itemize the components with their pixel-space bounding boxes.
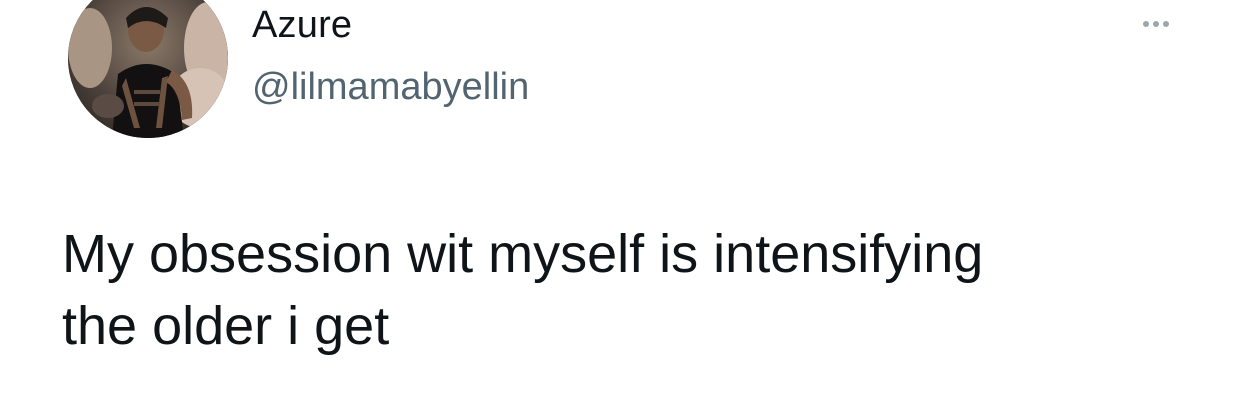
more-options-button[interactable] — [1126, 10, 1186, 38]
tweet-text-line: the older i get — [62, 296, 390, 356]
tweet-card: Azure @lilmamabyellin My obsession wit m… — [0, 0, 1241, 413]
tweet-text-line: My obsession wit myself is intensifying — [62, 224, 984, 284]
tweet-text: My obsession wit myself is intensifying … — [62, 218, 1212, 362]
avatar[interactable] — [68, 0, 228, 138]
display-name[interactable]: Azure — [252, 4, 352, 47]
avatar-photo — [68, 0, 228, 138]
user-handle[interactable]: @lilmamabyellin — [252, 66, 529, 109]
more-horizontal-icon — [1141, 21, 1171, 27]
